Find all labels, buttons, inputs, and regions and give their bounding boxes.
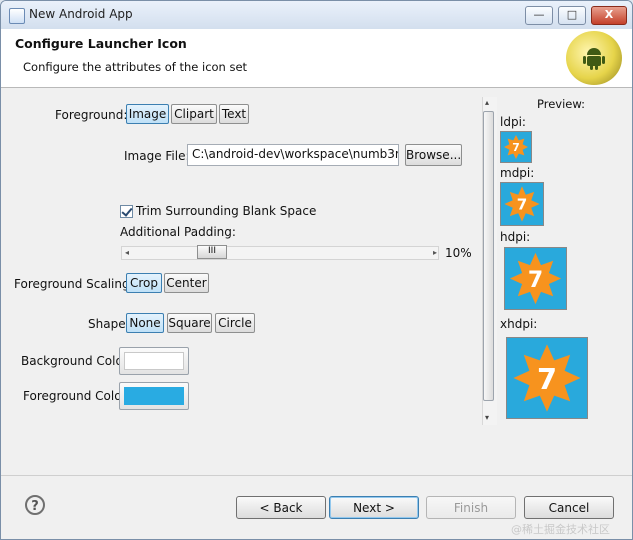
android-robot-icon [583,48,605,70]
page-subtitle: Configure the attributes of the icon set [23,60,248,74]
cancel-button[interactable]: Cancel [524,496,614,519]
window-title: New Android App [29,7,133,21]
close-button[interactable]: X [591,6,627,25]
xhdpi-preview-icon: 7 [506,337,588,419]
back-button[interactable]: < Back [236,496,326,519]
foreground-color-button[interactable] [119,382,189,410]
scaling-center-button[interactable]: Center [164,273,209,293]
mdpi-icon-text: 7 [517,195,528,213]
title-bar: New Android App — □ X [1,1,632,30]
hdpi-icon-text: 7 [528,268,543,293]
scaling-label: Foreground Scaling: [14,277,134,291]
shape-label: Shape [88,317,126,331]
xhdpi-label: xhdpi: [500,317,538,331]
minimize-icon: — [533,8,545,21]
shape-square-button[interactable]: Square [167,313,212,333]
footer-separator [1,475,632,476]
wizard-header: Configure Launcher Icon Configure the at… [1,29,632,88]
foreground-clipart-button[interactable]: Clipart [171,104,217,124]
padding-label: Additional Padding: [120,225,236,239]
preview-title: Preview: [537,97,586,111]
ldpi-preview-icon: 7 [500,131,532,163]
minimize-button[interactable]: — [525,6,553,25]
dialog-window: New Android App — □ X Configure Launcher… [0,0,633,540]
browse-button[interactable]: Browse... [405,144,462,166]
padding-value: 10% [445,246,472,260]
foreground-image-button[interactable]: Image [126,104,169,124]
scroll-down-icon[interactable]: ▾ [485,413,489,422]
close-icon: X [604,8,614,21]
help-icon[interactable]: ? [25,495,45,515]
shape-none-button[interactable]: None [126,313,164,333]
form-scrollbar-thumb[interactable] [483,111,494,401]
foreground-text-button[interactable]: Text [219,104,249,124]
ldpi-icon-text: 7 [512,141,520,154]
finish-button[interactable]: Finish [426,496,516,519]
background-color-swatch [124,352,184,370]
mdpi-preview-icon: 7 [500,182,544,226]
app-icon [9,8,25,24]
slider-right-arrow-icon[interactable]: ▸ [433,248,437,257]
trim-checkbox[interactable] [120,205,133,218]
ldpi-label: ldpi: [500,115,526,129]
scroll-up-icon[interactable]: ▴ [485,98,489,107]
xhdpi-icon-text: 7 [537,362,557,396]
image-file-label: Image File: [124,149,190,163]
android-banner-icon [566,31,622,85]
watermark: @稀土掘金技术社区 [511,523,610,536]
background-color-label: Background Color: [21,354,132,368]
padding-slider-thumb[interactable]: III [197,245,227,259]
foreground-color-swatch [124,387,184,405]
foreground-color-label: Foreground Color: [23,389,131,403]
image-file-input[interactable]: C:\android-dev\workspace\numb3r5\i [187,144,399,166]
slider-left-arrow-icon[interactable]: ◂ [125,248,129,257]
background-color-button[interactable] [119,347,189,375]
mdpi-label: mdpi: [500,166,535,180]
shape-circle-button[interactable]: Circle [215,313,255,333]
trim-label: Trim Surrounding Blank Space [136,204,317,218]
maximize-button[interactable]: □ [558,6,586,25]
hdpi-label: hdpi: [500,230,531,244]
scaling-crop-button[interactable]: Crop [126,273,162,293]
next-button[interactable]: Next > [329,496,419,519]
hdpi-preview-icon: 7 [504,247,567,310]
foreground-label: Foreground: [55,108,128,122]
padding-slider[interactable] [121,246,439,260]
page-title: Configure Launcher Icon [15,36,187,51]
maximize-icon: □ [566,8,578,21]
